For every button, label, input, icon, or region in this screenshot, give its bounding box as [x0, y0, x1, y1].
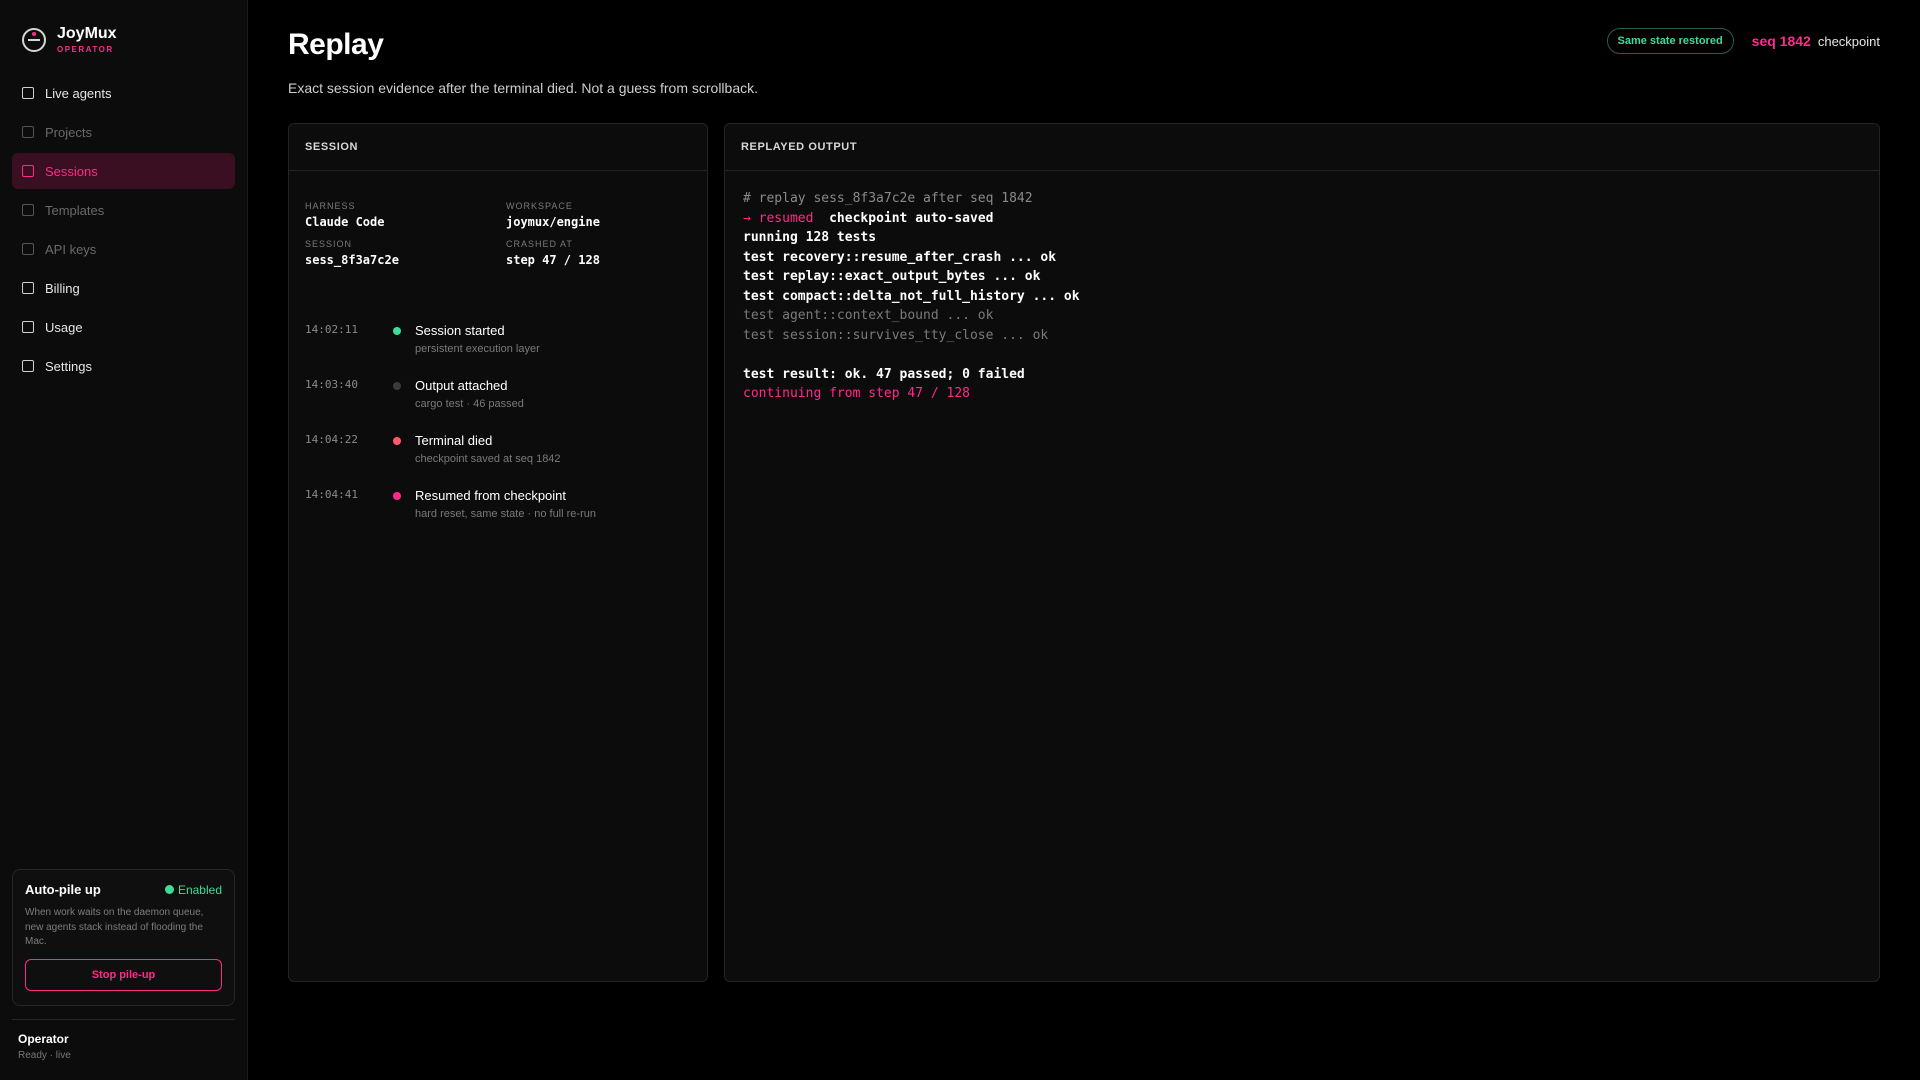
sidebar-item-templates[interactable]: Templates	[12, 192, 235, 228]
terminal-line-text: checkpoint auto-saved	[813, 210, 994, 226]
sidebar-item-sessions[interactable]: Sessions	[12, 153, 235, 189]
sidebar-item-label: Sessions	[45, 163, 98, 179]
operator-name: Operator	[18, 1032, 69, 1046]
sidebar-item-api-keys[interactable]: API keys	[12, 231, 235, 267]
sidebar-item-settings[interactable]: Settings	[12, 348, 235, 384]
meta-workspace: WORKSPACE joymux/engine	[506, 201, 695, 229]
auto-pile-up-status: Enabled	[164, 882, 222, 897]
sidebar-item-label: API keys	[45, 241, 97, 257]
terminal-line: test result: ok. 47 passed; 0 failed	[743, 366, 1025, 382]
event-description: persistent execution layer	[415, 343, 540, 355]
terminal-line: continuing from step 47 / 128	[743, 386, 970, 401]
sidebar-item-projects[interactable]: Projects	[12, 114, 235, 150]
templates-icon	[22, 204, 34, 216]
brand-subtitle: OPERATOR	[57, 45, 114, 54]
meta-label: WORKSPACE	[506, 201, 573, 211]
status-dot-icon	[164, 885, 174, 894]
sidebar-item-label: Projects	[45, 124, 92, 140]
timeline-event: 14:03:40 Output attached cargo test · 46…	[305, 378, 695, 433]
event-time: 14:03:40	[305, 378, 358, 391]
header-status: Same state restored seq 1842 checkpoint	[1606, 28, 1880, 54]
terminal-line: test replay::exact_output_bytes ... ok	[743, 269, 1041, 284]
output-panel-heading: REPLAYED OUTPUT	[725, 124, 1879, 171]
billing-icon	[22, 282, 34, 294]
terminal-line: test session::survives_tty_close ... ok	[743, 327, 1049, 343]
sidebar-item-usage[interactable]: Usage	[12, 309, 235, 345]
sidebar-item-live-agents[interactable]: Live agents	[12, 75, 235, 111]
page-subtitle: Exact session evidence after the termina…	[288, 80, 758, 96]
event-time: 14:04:22	[305, 433, 358, 446]
event-dot-icon	[393, 437, 401, 445]
sidebar-nav: Live agents Projects Sessions Templates …	[12, 75, 235, 387]
meta-session: SESSION sess_8f3a7c2e	[305, 239, 506, 267]
api-keys-icon	[22, 243, 34, 255]
stop-pile-up-button[interactable]: Stop pile-up	[25, 958, 222, 991]
meta-value: step 47 / 128	[506, 253, 600, 267]
brand-name: JoyMux	[57, 25, 117, 42]
state-restored-badge: Same state restored	[1606, 28, 1734, 54]
terminal-line: test compact::delta_not_full_history ...…	[743, 288, 1080, 304]
meta-value: sess_8f3a7c2e	[305, 253, 399, 267]
terminal-line: → resumed checkpoint auto-saved	[743, 209, 1863, 229]
timeline-event: 14:04:41 Resumed from checkpoint hard re…	[305, 488, 695, 543]
operator-status: Ready · live	[18, 1050, 71, 1061]
resumed-marker: → resumed	[743, 210, 814, 226]
sidebar: JoyMux OPERATOR Live agents Projects Ses…	[0, 0, 248, 1080]
event-title: Output attached	[415, 378, 508, 393]
brand[interactable]: JoyMux OPERATOR	[22, 25, 117, 54]
auto-pile-up-description: When work waits on the daemon queue, new…	[25, 907, 204, 947]
session-panel-heading: SESSION	[289, 124, 707, 171]
auto-pile-up-title: Auto-pile up	[25, 882, 101, 897]
terminal-line: running 128 tests	[743, 230, 877, 245]
page-title: Replay	[288, 28, 384, 61]
settings-icon	[22, 360, 34, 372]
checkpoint-seq: seq 1842	[1751, 33, 1811, 49]
sessions-icon	[22, 165, 34, 177]
meta-label: CRASHED AT	[506, 239, 573, 249]
terminal-output[interactable]: # replay sess_8f3a7c2e after seq 1842 → …	[743, 189, 1863, 404]
meta-value: joymux/engine	[506, 215, 600, 229]
event-title: Terminal died	[415, 433, 493, 448]
timeline-event: 14:04:22 Terminal died checkpoint saved …	[305, 433, 695, 488]
meta-harness: HARNESS Claude Code	[305, 201, 506, 229]
terminal-line: test recovery::resume_after_crash ... ok	[743, 249, 1057, 265]
checkpoint-label: checkpoint	[1817, 33, 1880, 49]
session-panel: SESSION HARNESS Claude Code WORKSPACE jo…	[288, 123, 708, 982]
sidebar-item-label: Usage	[45, 319, 83, 335]
projects-icon	[22, 126, 34, 138]
event-title: Session started	[415, 323, 505, 338]
joymux-logo-icon	[22, 27, 46, 52]
session-timeline: 14:02:11 Session started persistent exec…	[305, 323, 695, 543]
meta-label: SESSION	[305, 239, 353, 249]
sidebar-item-label: Settings	[45, 358, 92, 374]
sidebar-item-label: Templates	[45, 202, 105, 218]
meta-value: Claude Code	[305, 215, 385, 229]
event-dot-icon	[393, 382, 401, 390]
event-title: Resumed from checkpoint	[415, 488, 567, 503]
event-time: 14:04:41	[305, 488, 358, 501]
usage-icon	[22, 321, 34, 333]
status-label: Enabled	[177, 882, 222, 897]
terminal-line: test agent::context_bound ... ok	[743, 308, 994, 323]
sidebar-item-label: Live agents	[45, 85, 112, 101]
event-description: cargo test · 46 passed	[415, 398, 524, 410]
auto-pile-up-card: Auto-pile up Enabled When work waits on …	[12, 869, 235, 1006]
replayed-output-panel: REPLAYED OUTPUT # replay sess_8f3a7c2e a…	[724, 123, 1880, 982]
timeline-event: 14:02:11 Session started persistent exec…	[305, 323, 695, 378]
live-agents-icon	[22, 87, 34, 99]
meta-crashed-at: CRASHED AT step 47 / 128	[506, 239, 695, 267]
event-description: checkpoint saved at seq 1842	[415, 453, 561, 465]
sidebar-item-label: Billing	[45, 280, 80, 296]
event-time: 14:02:11	[305, 323, 358, 336]
sidebar-item-billing[interactable]: Billing	[12, 270, 235, 306]
terminal-line: # replay sess_8f3a7c2e after seq 1842	[743, 191, 1033, 206]
operator-footer[interactable]: Operator Ready · live	[12, 1019, 235, 1061]
event-dot-icon	[393, 492, 401, 500]
meta-label: HARNESS	[305, 201, 356, 211]
event-description: hard reset, same state · no full re-run	[415, 508, 596, 520]
session-meta: HARNESS Claude Code WORKSPACE joymux/eng…	[305, 201, 695, 267]
event-dot-icon	[393, 327, 401, 335]
